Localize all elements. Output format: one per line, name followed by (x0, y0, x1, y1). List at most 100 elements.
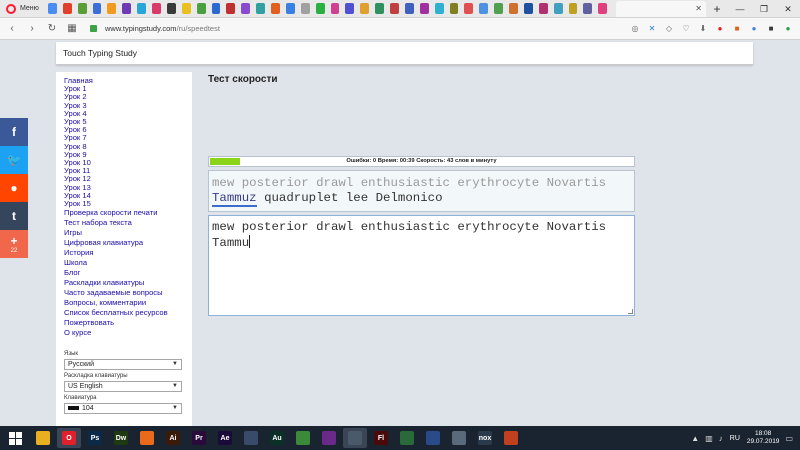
browser-tab-favicon[interactable] (271, 3, 280, 14)
browser-tab-favicon[interactable] (494, 3, 504, 14)
taskbar-app-photoshop[interactable]: Ps (83, 428, 107, 448)
sidebar-link[interactable]: Пожертвовать (64, 318, 184, 328)
extension-icon-3[interactable]: ● (748, 23, 760, 35)
url-field[interactable]: www.typingstudy.com/ru/speedtest (86, 21, 556, 37)
forward-button[interactable]: › (24, 21, 40, 37)
browser-tab-favicon[interactable] (47, 3, 57, 14)
taskbar-app-after-effects[interactable]: Ae (213, 428, 237, 448)
volume-icon[interactable]: ♪ (719, 434, 723, 443)
sidebar-link[interactable]: Цифровая клавиатура (64, 238, 184, 248)
sidebar-link[interactable]: Тест набора текста (64, 218, 184, 228)
sidebar-link[interactable]: Блог (64, 268, 184, 278)
taskbar-app-app-19[interactable] (499, 428, 523, 448)
browser-tab-favicon[interactable] (479, 3, 489, 14)
browser-tab-favicon[interactable] (122, 3, 132, 14)
taskbar-app-opera[interactable]: O (57, 428, 81, 448)
download-icon[interactable]: ⬇ (697, 23, 709, 35)
browser-tab-favicon[interactable] (375, 3, 385, 14)
taskbar-app-app-16[interactable] (421, 428, 445, 448)
browser-tab-favicon[interactable] (137, 3, 147, 14)
taskbar-app-firefox[interactable] (135, 428, 159, 448)
notifications-icon[interactable]: ▭ (785, 434, 793, 443)
close-window-button[interactable]: ✕ (776, 0, 800, 18)
sidebar-link[interactable]: Часто задаваемые вопросы (64, 288, 184, 298)
browser-tab-favicon[interactable] (241, 3, 251, 14)
browser-tab-favicon[interactable] (92, 3, 102, 14)
taskbar-app-flash[interactable]: Fl (369, 428, 393, 448)
extension-icon-4[interactable]: ■ (765, 23, 777, 35)
clock[interactable]: 18:08 29.07.2019 (747, 430, 780, 446)
input-language[interactable]: RU (730, 435, 740, 442)
adblock-icon[interactable]: ✕ (646, 23, 658, 35)
vpn-icon[interactable]: ◇ (663, 23, 675, 35)
taskbar-app-illustrator[interactable]: Ai (161, 428, 185, 448)
taskbar-app-chrome[interactable] (31, 428, 55, 448)
start-button[interactable] (0, 426, 30, 450)
browser-tab-favicon[interactable] (107, 3, 117, 14)
opera-menu-button[interactable]: Меню (0, 0, 45, 18)
twitter-share-button[interactable]: 🐦 (0, 146, 28, 174)
browser-tab-favicon[interactable] (553, 3, 563, 14)
taskbar-app-dreamweaver[interactable]: Dw (109, 428, 133, 448)
taskbar-app-nox[interactable]: nox (473, 428, 497, 448)
sidebar-link[interactable]: Урок 15 (64, 199, 184, 208)
site-title[interactable]: Touch Typing Study (63, 48, 137, 58)
tray-arrow-icon[interactable]: ▲ (691, 434, 699, 443)
browser-tab-favicon[interactable] (345, 3, 355, 14)
sidebar-link[interactable]: Раскладки клавиатуры (64, 278, 184, 288)
language-select[interactable]: Русский ▼ (64, 359, 182, 370)
active-tab[interactable]: ✕ (616, 0, 706, 17)
browser-tab-favicon[interactable] (330, 3, 340, 14)
browser-tab-favicon[interactable] (449, 3, 459, 14)
browser-tab-favicon[interactable] (419, 3, 429, 14)
close-tab-icon[interactable]: ✕ (695, 4, 702, 13)
back-button[interactable]: ‹ (4, 21, 20, 37)
browser-tab-favicon[interactable] (509, 3, 518, 14)
browser-tab-favicon[interactable] (315, 3, 325, 14)
browser-tab-favicon[interactable] (464, 3, 474, 14)
taskbar-app-app-17[interactable] (447, 428, 471, 448)
browser-tab-favicon[interactable] (77, 3, 87, 14)
reload-button[interactable]: ↻ (44, 21, 60, 37)
typing-input[interactable]: mew posterior drawl enthusiastic erythro… (208, 215, 635, 316)
more-share-button[interactable]: +22 (0, 230, 28, 258)
reddit-share-button[interactable]: ● (0, 174, 28, 202)
browser-tab-favicon[interactable] (300, 3, 310, 14)
taskbar-app-app-12[interactable] (317, 428, 341, 448)
sidebar-link[interactable]: Игры (64, 228, 184, 238)
browser-tab-favicon[interactable] (181, 3, 191, 14)
sidebar-link[interactable]: О курсе (64, 328, 184, 338)
browser-tab-favicon[interactable] (583, 3, 593, 14)
heart-icon[interactable]: ♡ (680, 23, 692, 35)
maximize-button[interactable]: ❐ (752, 0, 776, 18)
browser-tab-favicon[interactable] (211, 3, 221, 14)
browser-tab-favicon[interactable] (523, 3, 533, 14)
browser-tab-favicon[interactable] (568, 3, 578, 14)
sidebar-link[interactable]: Список бесплатных ресурсов (64, 308, 184, 318)
browser-tab-favicon[interactable] (598, 3, 608, 14)
browser-tab-favicon[interactable] (434, 3, 444, 14)
browser-tab-favicon[interactable] (404, 3, 414, 14)
browser-tab-favicon[interactable] (62, 3, 72, 14)
resize-handle[interactable] (628, 309, 633, 314)
browser-tab-favicon[interactable] (166, 3, 176, 14)
sidebar-link[interactable]: Вопросы, комментарии (64, 298, 184, 308)
network-icon[interactable]: ▥ (705, 434, 713, 443)
tumblr-share-button[interactable]: t (0, 202, 28, 230)
new-tab-button[interactable]: + (706, 0, 728, 18)
taskbar-app-app-13[interactable] (343, 428, 367, 448)
sidebar-link[interactable]: Школа (64, 258, 184, 268)
layout-select[interactable]: US English ▼ (64, 381, 182, 392)
browser-tab-favicon[interactable] (538, 3, 548, 14)
taskbar-app-app-11[interactable] (291, 428, 315, 448)
taskbar-app-audition[interactable]: Au (265, 428, 289, 448)
extension-icon[interactable]: ● (714, 23, 726, 35)
browser-tab-favicon[interactable] (390, 3, 399, 14)
browser-tab-favicon[interactable] (226, 3, 236, 14)
minimize-button[interactable]: — (728, 0, 752, 18)
browser-tab-favicon[interactable] (196, 3, 206, 14)
tabs-grid-icon[interactable]: ▦ (64, 21, 80, 37)
taskbar-app-premiere[interactable]: Pr (187, 428, 211, 448)
extension-icon-5[interactable]: ● (782, 23, 794, 35)
taskbar-app-app-9[interactable] (239, 428, 263, 448)
